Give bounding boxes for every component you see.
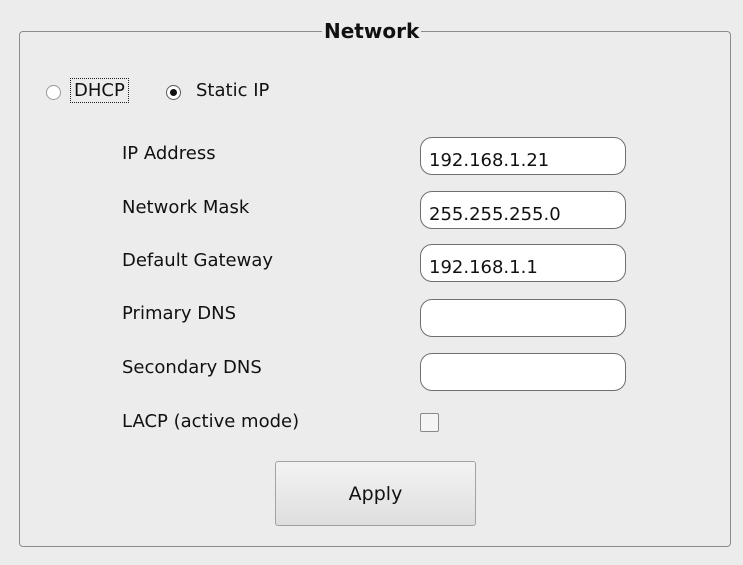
network-group-title: Network bbox=[322, 18, 422, 44]
lacp-label: LACP (active mode) bbox=[122, 411, 300, 432]
ip-address-label: IP Address bbox=[122, 143, 216, 164]
network-mask-input[interactable] bbox=[420, 191, 626, 229]
lacp-checkbox[interactable] bbox=[420, 413, 439, 432]
secondary-dns-input[interactable] bbox=[420, 353, 626, 391]
apply-button-label: Apply bbox=[348, 482, 403, 505]
ip-address-input[interactable] bbox=[420, 137, 626, 175]
network-mask-label: Network Mask bbox=[122, 197, 250, 218]
static-ip-radio-label[interactable]: Static IP bbox=[196, 80, 269, 102]
dhcp-label-text: DHCP bbox=[70, 78, 129, 103]
primary-dns-input[interactable] bbox=[420, 299, 626, 337]
default-gateway-input[interactable] bbox=[420, 244, 626, 282]
dhcp-radio[interactable] bbox=[46, 85, 61, 100]
default-gateway-label: Default Gateway bbox=[122, 250, 274, 271]
apply-button[interactable]: Apply bbox=[275, 461, 476, 526]
static-ip-radio[interactable] bbox=[166, 85, 181, 100]
secondary-dns-label: Secondary DNS bbox=[122, 357, 262, 378]
dhcp-radio-label[interactable]: DHCP bbox=[70, 78, 129, 103]
primary-dns-label: Primary DNS bbox=[122, 303, 237, 324]
network-settings-page: Network DHCP Static IP IP Address Networ… bbox=[0, 0, 743, 565]
